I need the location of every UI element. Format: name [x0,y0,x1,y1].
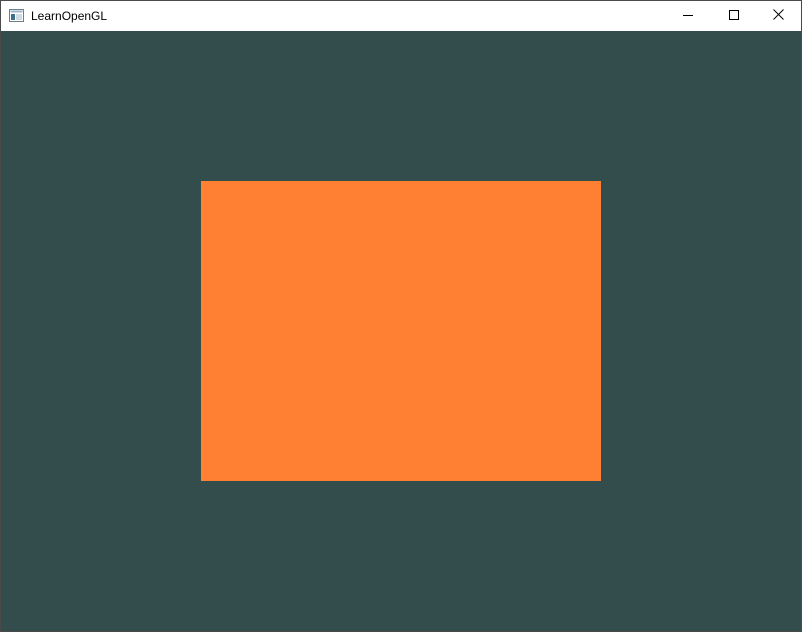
app-window: LearnOpenGL [0,0,802,632]
maximize-icon [729,9,739,23]
opengl-viewport[interactable] [1,31,801,631]
orange-rectangle [201,181,601,481]
minimize-button[interactable] [665,1,711,31]
close-button[interactable] [755,1,801,31]
window-title: LearnOpenGL [31,9,108,23]
maximize-button[interactable] [711,1,757,31]
title-bar[interactable]: LearnOpenGL [1,1,801,31]
app-window-icon [9,9,24,22]
minimize-icon [683,9,693,23]
close-icon [772,9,784,23]
